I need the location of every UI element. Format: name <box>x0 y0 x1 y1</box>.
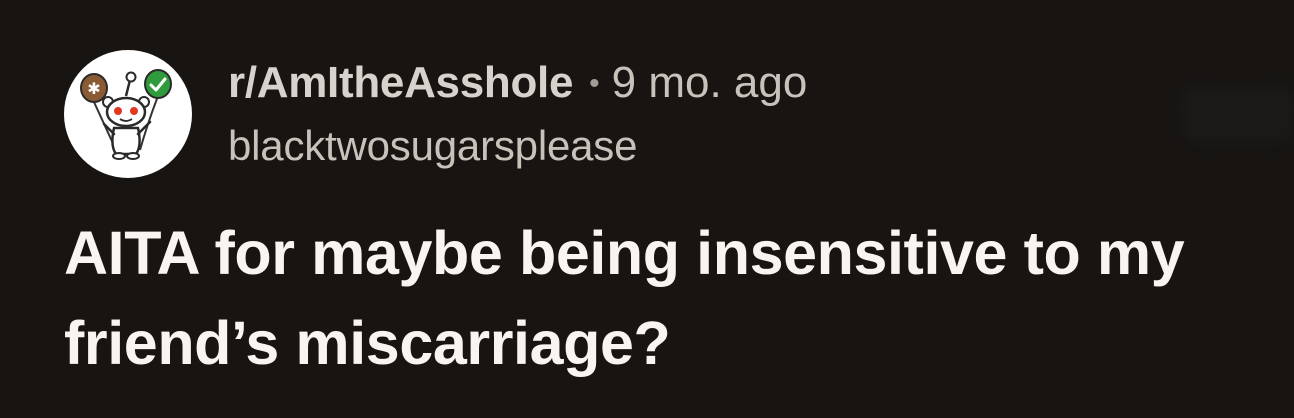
subreddit-link[interactable]: r/AmItheAsshole <box>228 58 573 108</box>
author-username[interactable]: blacktwosugarsplease <box>228 122 637 170</box>
blurred-overflow-menu <box>1182 86 1294 142</box>
post-header-card: ✱ r/AmItheAsshole • 9 mo. ago blacktwosu… <box>0 0 1294 418</box>
subreddit-avatar-icon[interactable]: ✱ <box>64 50 192 178</box>
post-title[interactable]: AITA for maybe being insensitive to my f… <box>64 208 1284 388</box>
post-meta: r/AmItheAsshole • 9 mo. ago <box>228 58 807 108</box>
snoo-balloons-icon: ✱ <box>80 69 172 160</box>
meta-separator: • <box>589 67 600 100</box>
post-timestamp: 9 mo. ago <box>611 58 808 107</box>
svg-text:✱: ✱ <box>87 79 100 98</box>
